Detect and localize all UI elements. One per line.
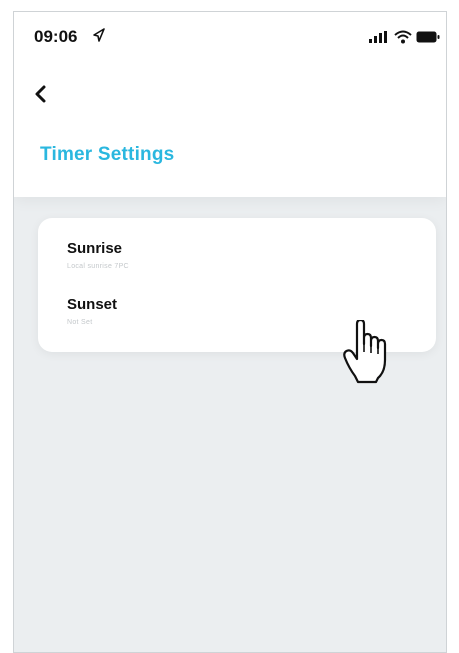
page-title: Timer Settings — [40, 144, 175, 165]
signal-icon — [369, 31, 387, 43]
chevron-left-icon — [35, 85, 46, 103]
header: 09:06 Timer Settings — [14, 12, 446, 197]
back-button[interactable] — [28, 80, 58, 110]
status-time: 09:06 — [34, 27, 78, 46]
phone-screen: 09:06 Timer Settings Sunrise Local sunri… — [13, 11, 447, 653]
timer-label-sunrise: Sunrise — [67, 240, 123, 257]
wifi-icon — [394, 30, 412, 44]
hand-pointer-icon — [343, 320, 387, 384]
status-icons — [354, 30, 440, 44]
timer-subtitle-sunrise: Local sunrise 7PC — [67, 263, 129, 270]
battery-icon — [416, 31, 440, 43]
location-arrow-icon — [93, 28, 105, 42]
timer-row-sunrise[interactable]: Sunrise Local sunrise 7PC — [67, 240, 407, 288]
timer-label-sunset: Sunset — [67, 296, 118, 313]
status-bar: 09:06 — [14, 12, 446, 60]
